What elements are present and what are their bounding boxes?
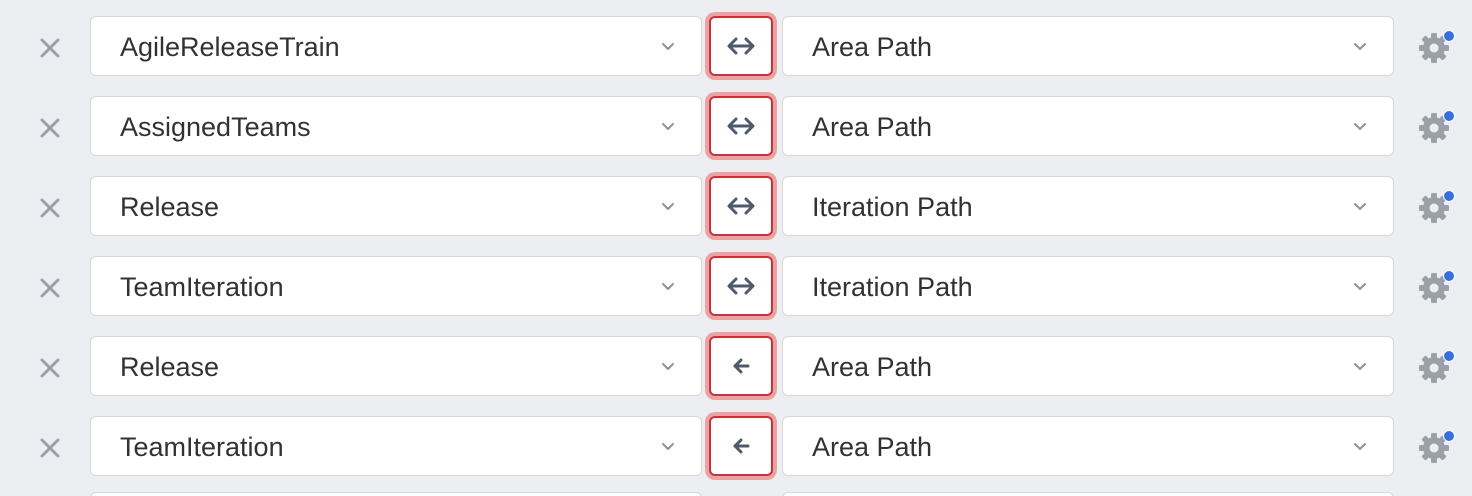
remove-mapping-button[interactable] bbox=[30, 190, 70, 226]
chevron-down-icon bbox=[662, 443, 674, 450]
source-field-select[interactable]: AssignedTeams bbox=[90, 96, 702, 156]
remove-mapping-button[interactable] bbox=[30, 430, 70, 466]
mapping-settings-button[interactable] bbox=[1414, 426, 1458, 470]
sync-direction-button[interactable] bbox=[705, 412, 777, 480]
sync-direction-inner bbox=[709, 336, 773, 396]
close-icon bbox=[40, 278, 60, 298]
target-field-select[interactable]: Area Path bbox=[782, 336, 1394, 396]
arrow-left-icon bbox=[733, 358, 750, 374]
target-field-select[interactable]: Iteration Path bbox=[782, 256, 1394, 316]
close-icon bbox=[40, 438, 60, 458]
chevron-down-icon bbox=[1354, 203, 1366, 210]
sync-direction-inner bbox=[709, 256, 773, 316]
chevron-down-icon bbox=[662, 363, 674, 370]
target-field-value: Area Path bbox=[812, 432, 933, 462]
close-icon bbox=[40, 358, 60, 378]
mapping-settings-button[interactable] bbox=[1414, 346, 1458, 390]
target-field-select[interactable]: Iteration Path bbox=[782, 176, 1394, 236]
arrows-left-right-icon bbox=[727, 37, 755, 55]
mapping-row: Release Iteration Path bbox=[0, 172, 1472, 240]
remove-mapping-button[interactable] bbox=[30, 30, 70, 66]
mapping-row: Release Area Path bbox=[0, 332, 1472, 400]
source-field-select[interactable]: TeamIteration bbox=[90, 256, 702, 316]
chevron-down-icon bbox=[1354, 123, 1366, 130]
sync-direction-inner bbox=[709, 416, 773, 476]
chevron-down-icon bbox=[662, 203, 674, 210]
mapping-settings-button[interactable] bbox=[1414, 266, 1458, 310]
mapping-row: AgileReleaseTrain Area Path bbox=[0, 12, 1472, 80]
arrows-left-right-icon bbox=[727, 117, 755, 135]
target-field-value: Area Path bbox=[812, 32, 933, 62]
target-field-value: Iteration Path bbox=[812, 192, 973, 222]
sync-direction-button[interactable] bbox=[705, 12, 777, 80]
source-field-select[interactable]: TeamIteration bbox=[90, 416, 702, 476]
remove-mapping-button[interactable] bbox=[30, 270, 70, 306]
sync-direction-inner bbox=[709, 176, 773, 236]
chevron-down-icon bbox=[662, 123, 674, 130]
close-icon bbox=[40, 198, 60, 218]
target-field-value: Area Path bbox=[812, 352, 933, 382]
target-field-select[interactable]: Area Path bbox=[782, 96, 1394, 156]
target-field-select-partial[interactable] bbox=[782, 492, 1394, 496]
chevron-down-icon bbox=[662, 283, 674, 290]
mapping-row-partial bbox=[0, 492, 1472, 496]
source-field-value: Release bbox=[120, 352, 220, 382]
sync-direction-button[interactable] bbox=[705, 332, 777, 400]
mapping-settings-button[interactable] bbox=[1414, 186, 1458, 230]
mapping-row: AssignedTeams Area Path bbox=[0, 92, 1472, 160]
chevron-down-icon bbox=[1354, 363, 1366, 370]
arrow-left-icon bbox=[733, 438, 750, 454]
arrows-left-right-icon bbox=[727, 277, 755, 295]
source-field-select[interactable]: AgileReleaseTrain bbox=[90, 16, 702, 76]
settings-indicator-dot bbox=[1443, 350, 1455, 362]
close-icon bbox=[40, 38, 60, 58]
mapping-row: TeamIteration Iteration Path bbox=[0, 252, 1472, 320]
target-field-select[interactable]: Area Path bbox=[782, 16, 1394, 76]
remove-mapping-button[interactable] bbox=[30, 350, 70, 386]
sync-direction-button[interactable] bbox=[705, 92, 777, 160]
close-icon bbox=[40, 118, 60, 138]
settings-indicator-dot bbox=[1443, 110, 1455, 122]
source-field-select-partial[interactable] bbox=[90, 492, 702, 496]
sync-direction-inner bbox=[709, 96, 773, 156]
target-field-value: Area Path bbox=[812, 112, 933, 142]
source-field-select[interactable]: Release bbox=[90, 336, 702, 396]
mapping-row: TeamIteration Area Path bbox=[0, 412, 1472, 480]
chevron-down-icon bbox=[1354, 283, 1366, 290]
settings-indicator-dot bbox=[1443, 190, 1455, 202]
chevron-down-icon bbox=[1354, 443, 1366, 450]
chevron-down-icon bbox=[662, 43, 674, 50]
source-field-value: TeamIteration bbox=[120, 432, 284, 462]
chevron-down-icon bbox=[1354, 43, 1366, 50]
settings-indicator-dot bbox=[1443, 30, 1455, 42]
source-field-value: AgileReleaseTrain bbox=[120, 32, 340, 62]
target-field-select[interactable]: Area Path bbox=[782, 416, 1394, 476]
sync-direction-button[interactable] bbox=[705, 172, 777, 240]
source-field-value: AssignedTeams bbox=[120, 112, 311, 142]
arrows-left-right-icon bbox=[727, 197, 755, 215]
field-mapping-list: AgileReleaseTrain Area Path AssignedTeam… bbox=[0, 0, 1472, 496]
target-field-value: Iteration Path bbox=[812, 272, 973, 302]
source-field-value: TeamIteration bbox=[120, 272, 284, 302]
mapping-settings-button[interactable] bbox=[1414, 26, 1458, 70]
settings-indicator-dot bbox=[1443, 270, 1455, 282]
source-field-value: Release bbox=[120, 192, 220, 222]
source-field-select[interactable]: Release bbox=[90, 176, 702, 236]
mapping-settings-button[interactable] bbox=[1414, 106, 1458, 150]
sync-direction-inner bbox=[709, 16, 773, 76]
settings-indicator-dot bbox=[1443, 430, 1455, 442]
sync-direction-button[interactable] bbox=[705, 252, 777, 320]
remove-mapping-button[interactable] bbox=[30, 110, 70, 146]
